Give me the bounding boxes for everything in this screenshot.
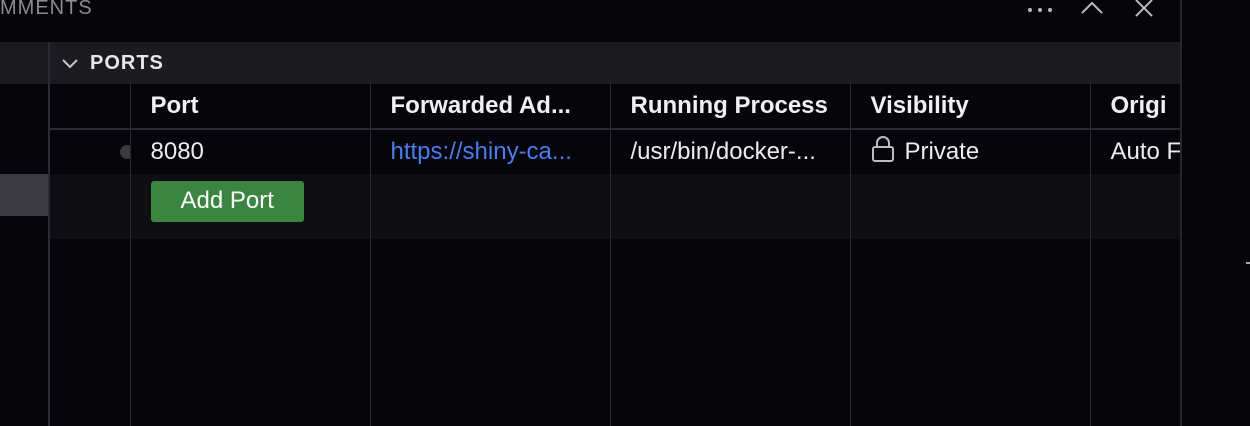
running-process-cell: /usr/bin/docker-... (609, 129, 850, 174)
add-row-spacer (50, 174, 130, 239)
visibility-label: Private (904, 138, 980, 165)
scroll-marker (1246, 262, 1250, 264)
lock-icon (871, 135, 895, 170)
port-status-dot (120, 145, 130, 159)
sidebar-selected-item[interactable] (0, 174, 48, 216)
status-cell (50, 129, 130, 174)
maximize-panel-button[interactable] (1066, 0, 1118, 24)
visibility-cell[interactable]: Private (849, 129, 1090, 174)
forwarded-address-cell: https://shiny-ca... (369, 129, 610, 174)
add-port-row: Add Port (50, 174, 1180, 239)
header-origin[interactable]: Origi (1089, 84, 1180, 130)
filler-row (50, 239, 1180, 426)
header-visibility[interactable]: Visibility (849, 84, 1090, 130)
editor-margin (1182, 0, 1250, 426)
close-panel-button[interactable] (1118, 0, 1170, 24)
add-port-button[interactable]: Add Port (150, 181, 304, 222)
header-status (50, 84, 130, 130)
more-icon (1026, 1, 1054, 19)
filler-cell (129, 239, 370, 426)
origin-cell: Auto F (1089, 129, 1180, 174)
add-row-empty-cell (609, 174, 850, 239)
add-row-empty-cell (1089, 174, 1180, 239)
filler-cell (369, 239, 610, 426)
add-row-empty-cell (849, 174, 1090, 239)
add-port-cell: Add Port (129, 174, 370, 239)
filler-cell (609, 239, 850, 426)
close-icon (1134, 0, 1154, 23)
header-forwarded-address[interactable]: Forwarded Ad... (369, 84, 610, 130)
ports-section-header[interactable]: PORTS (50, 42, 1180, 84)
ports-section: PORTS Port Forwarded Ad... Running Proce… (50, 42, 1180, 426)
header-running-process[interactable]: Running Process (609, 84, 850, 130)
panel-title: MMENTS (0, 0, 93, 19)
filler-cell (1089, 239, 1180, 426)
table-row[interactable]: 8080 https://shiny-ca... /usr/bin/docker… (50, 129, 1180, 174)
more-actions-button[interactable] (1014, 0, 1066, 24)
forwarded-address-link[interactable]: https://shiny-ca... (391, 138, 572, 165)
filler-cell (50, 239, 130, 426)
add-row-empty-cell (369, 174, 610, 239)
table-header-row: Port Forwarded Ad... Running Process Vis… (50, 84, 1180, 130)
header-port[interactable]: Port (129, 84, 370, 130)
ports-table: Port Forwarded Ad... Running Process Vis… (50, 84, 1180, 426)
chevron-up-icon (1080, 1, 1104, 20)
chevron-down-icon (60, 53, 80, 73)
panel-title-bar: MMENTS (0, 0, 1182, 42)
panel-actions (1014, 0, 1170, 24)
port-cell[interactable]: 8080 (129, 129, 370, 174)
section-title: PORTS (90, 51, 164, 74)
sidebar-header (0, 42, 48, 84)
filler-cell (849, 239, 1090, 426)
left-sidebar (0, 42, 48, 426)
